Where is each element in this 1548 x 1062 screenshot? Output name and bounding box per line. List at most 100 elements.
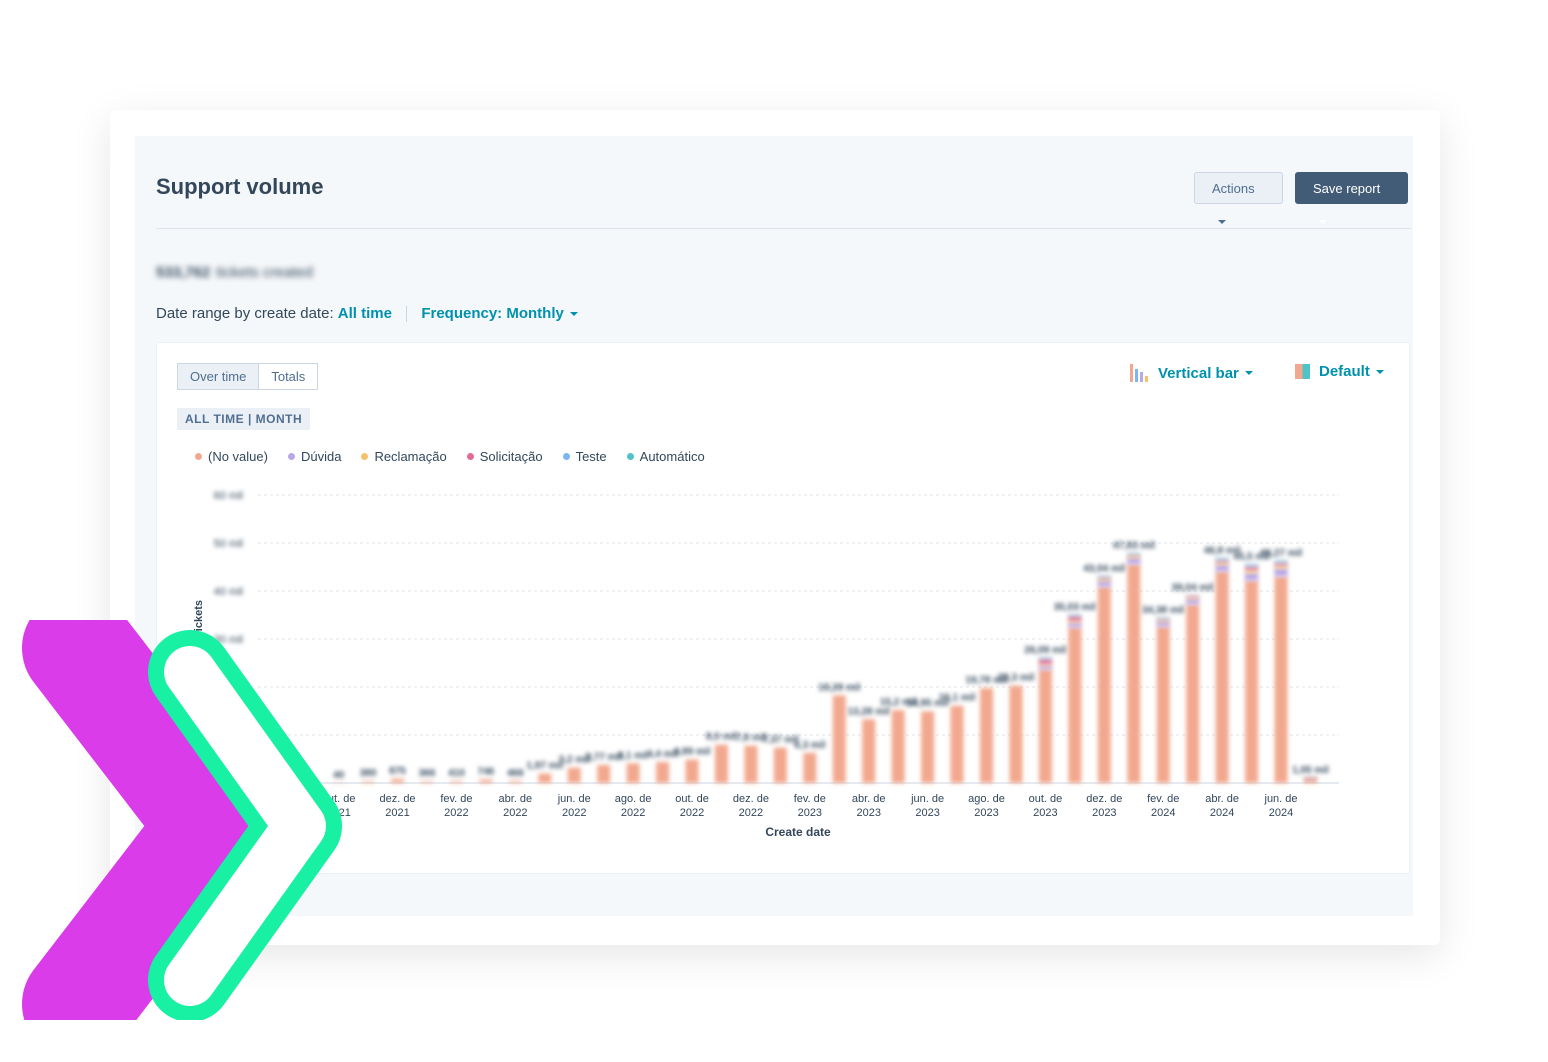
save-report-button[interactable]: Save report bbox=[1295, 172, 1408, 224]
legend-dot-automatico bbox=[626, 453, 634, 460]
legend-item-duvida[interactable]: Dúvida bbox=[287, 449, 341, 464]
data-label: 746 bbox=[478, 766, 495, 777]
bar-segment bbox=[1038, 659, 1052, 665]
bar-segment bbox=[1245, 572, 1259, 581]
bar-segment bbox=[1186, 598, 1200, 605]
bar-segment bbox=[1215, 564, 1229, 572]
x-tick-label-year: 2024 bbox=[1269, 807, 1293, 819]
bar-segment bbox=[1245, 569, 1259, 573]
x-tick-label-year: 2023 bbox=[798, 807, 822, 819]
brand-chevron-logo bbox=[22, 620, 342, 1020]
x-tick-label-month: abr. de bbox=[499, 793, 533, 805]
x-tick-label-month: out. de bbox=[675, 793, 709, 805]
color-scheme-dropdown[interactable]: Default bbox=[1295, 363, 1384, 380]
bar-segment bbox=[626, 763, 640, 783]
legend-item-reclamacao[interactable]: Reclamação bbox=[361, 449, 447, 464]
bar-segment bbox=[773, 747, 787, 783]
data-label: 380 bbox=[360, 768, 377, 779]
legend-dot-reclamacao bbox=[361, 453, 369, 460]
bar-segment bbox=[1068, 622, 1082, 628]
caret-down-icon bbox=[1218, 219, 1226, 224]
x-tick-label-year: 2021 bbox=[385, 807, 409, 819]
bar-segment bbox=[420, 781, 434, 783]
x-tick-label-month: dez. de bbox=[1086, 793, 1122, 805]
x-tick-label-month: dez. de bbox=[733, 793, 769, 805]
x-tick-label-month: fev. de bbox=[440, 793, 472, 805]
bar-segment bbox=[1245, 565, 1259, 567]
x-tick-label-month: abr. de bbox=[852, 793, 886, 805]
x-tick-label-month: fev. de bbox=[1147, 793, 1179, 805]
bar-segment bbox=[1186, 595, 1200, 597]
filter-separator bbox=[406, 306, 408, 323]
data-label: 35,03 mil bbox=[1054, 602, 1096, 613]
data-label: 6,3 mil bbox=[794, 740, 825, 751]
date-range-filter[interactable]: All time bbox=[338, 305, 392, 322]
data-label: 39,04 mil bbox=[1172, 583, 1214, 594]
x-tick-label-year: 2023 bbox=[915, 807, 939, 819]
bar-segment bbox=[1186, 597, 1200, 599]
visualization-type-dropdown[interactable]: Vertical bar bbox=[1129, 363, 1253, 383]
page-title: Support volume bbox=[156, 174, 324, 199]
bar-segment bbox=[1068, 620, 1082, 623]
view-toggle: Over time Totals bbox=[177, 363, 319, 390]
bar-segment bbox=[1215, 560, 1229, 563]
legend-item-automatico[interactable]: Automático bbox=[626, 449, 705, 464]
x-tick-label-year: 2022 bbox=[503, 807, 527, 819]
bar-segment bbox=[1274, 565, 1288, 569]
bar-segment bbox=[1097, 576, 1111, 578]
data-label: 4,1 mil bbox=[618, 750, 649, 761]
ticket-count: 533,762 bbox=[156, 264, 211, 281]
x-tick-label-year: 2022 bbox=[444, 807, 468, 819]
bar-segment bbox=[1303, 777, 1317, 779]
chart-legend: (No value) Dúvida Reclamação Solicitação… bbox=[195, 449, 705, 464]
bar-segment bbox=[1127, 564, 1141, 783]
bar-segment bbox=[1156, 617, 1170, 619]
bar-segment bbox=[1038, 658, 1052, 660]
x-tick-label-year: 2023 bbox=[974, 807, 998, 819]
bar-segment bbox=[1215, 562, 1229, 565]
legend-item-teste[interactable]: Teste bbox=[562, 449, 607, 464]
bar-segment bbox=[1038, 664, 1052, 666]
data-label: 875 bbox=[389, 766, 406, 777]
x-tick-label-year: 2023 bbox=[1092, 807, 1116, 819]
bar-segment bbox=[391, 778, 405, 783]
bar-segment bbox=[1038, 665, 1052, 670]
bar-segment bbox=[656, 761, 670, 783]
legend-item-no-value[interactable]: (No value) bbox=[195, 449, 268, 464]
bar-segment bbox=[1274, 568, 1288, 577]
header-divider bbox=[156, 228, 1411, 229]
tab-totals[interactable]: Totals bbox=[259, 363, 319, 390]
frequency-filter[interactable]: Frequency: Monthly bbox=[421, 305, 578, 322]
bar-segment bbox=[921, 711, 935, 783]
tab-over-time[interactable]: Over time bbox=[177, 363, 260, 390]
frequency-label: Frequency: Monthly bbox=[421, 305, 564, 322]
bar-segment bbox=[479, 779, 493, 783]
x-tick-label-month: fev. de bbox=[794, 793, 826, 805]
bar-segment bbox=[1186, 604, 1200, 783]
legend-dot-duvida bbox=[287, 453, 295, 460]
bar-segment bbox=[361, 781, 375, 783]
bar-segment bbox=[1127, 554, 1141, 556]
x-tick-label-month: ago. de bbox=[615, 793, 652, 805]
bar-segment bbox=[685, 759, 699, 783]
bar-segment bbox=[1274, 562, 1288, 566]
actions-label: Actions bbox=[1212, 181, 1255, 196]
bar-segment bbox=[1274, 561, 1288, 563]
data-label: 20,3 mil bbox=[998, 673, 1035, 684]
bar-segment bbox=[1127, 555, 1141, 558]
bar-segment bbox=[1274, 560, 1288, 562]
bar-segment bbox=[1274, 576, 1288, 783]
x-axis-title: Create date bbox=[765, 825, 831, 839]
actions-button[interactable]: Actions bbox=[1194, 172, 1283, 224]
bar-segment bbox=[1097, 580, 1111, 587]
bar-segment bbox=[1303, 778, 1317, 783]
x-tick-label-month: jun. de bbox=[910, 793, 944, 805]
bar-segment bbox=[714, 744, 728, 783]
legend-dot-solicitacao bbox=[466, 453, 474, 460]
legend-item-solicitacao[interactable]: Solicitação bbox=[466, 449, 543, 464]
bar-segment bbox=[597, 764, 611, 783]
bar-segment bbox=[1127, 553, 1141, 555]
bar-segment bbox=[1245, 580, 1259, 783]
bar-segment bbox=[803, 752, 817, 783]
bar-segment bbox=[1097, 579, 1111, 581]
